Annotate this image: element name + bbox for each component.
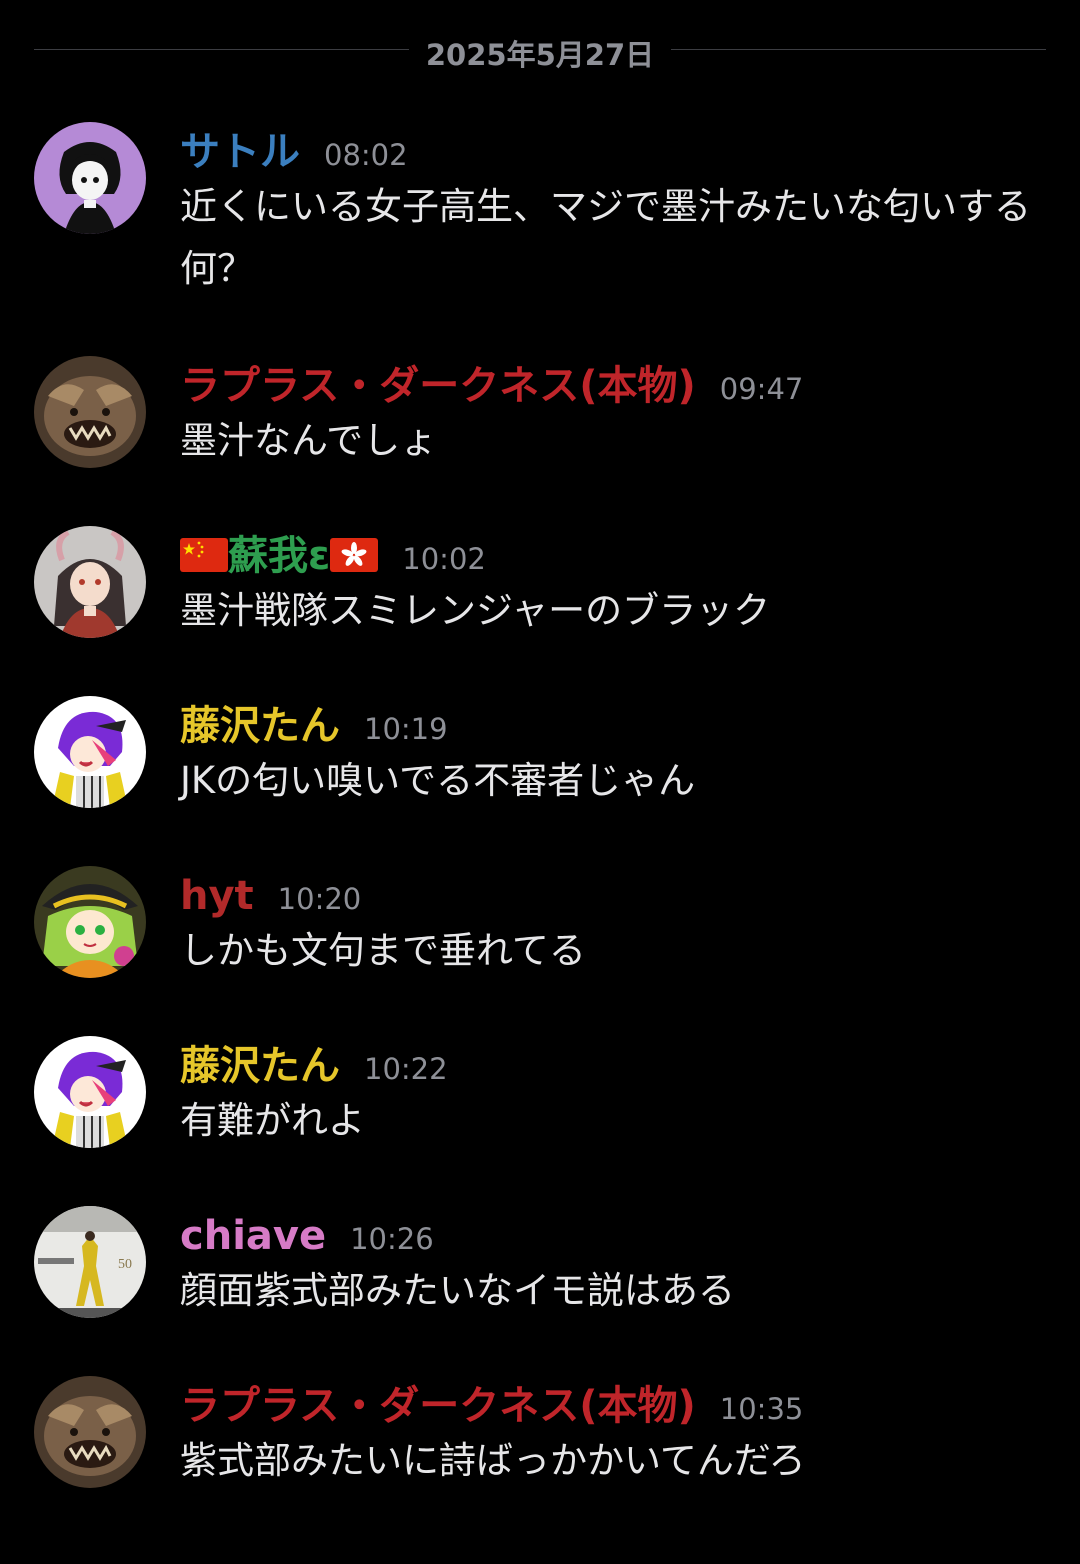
divider-line-right [671, 49, 1046, 50]
username[interactable]: chiave [180, 1206, 326, 1266]
date-label: 2025年5月27日 [425, 38, 655, 72]
message-timestamp: 09:47 [719, 372, 804, 406]
china-flag-icon [180, 538, 228, 572]
message-text: 近くにいる女子高生、マジで墨汁みたいな匂いする 何？ [180, 185, 1031, 290]
hongkong-flag-icon [330, 538, 379, 572]
avatar-green-hair[interactable] [34, 866, 146, 978]
avatar-statue[interactable]: 50 [34, 1206, 146, 1318]
avatar-purple-girl[interactable] [34, 122, 146, 234]
message-text: 墨汁なんでしょ [180, 419, 438, 462]
date-divider: 2025年5月27日 [34, 28, 1046, 72]
username-text[interactable]: 蘇我ε [228, 533, 330, 579]
username[interactable]: 藤沢たん [180, 1036, 340, 1096]
message-text: 有難がれよ [180, 1099, 365, 1142]
avatar-purple-hair[interactable] [34, 1036, 146, 1148]
message-text: しかも文句まで垂れてる [180, 929, 586, 972]
message-text: JKの匂い嗅いでる不審者じゃん [180, 759, 696, 802]
message-text: 顔面紫式部みたいなイモ説はある [180, 1269, 735, 1312]
message-text: 紫式部みたいに詩ばっかかいてんだろ [180, 1439, 806, 1482]
avatar-monster[interactable] [34, 356, 146, 468]
username[interactable]: 蘇我ε [180, 526, 379, 586]
message-text: 墨汁戦隊スミレンジャーのブラック [180, 589, 771, 632]
username[interactable]: ラプラス・ダークネス(本物) [180, 356, 696, 416]
username[interactable]: ラプラス・ダークネス(本物) [180, 1376, 696, 1436]
username[interactable]: サトル [180, 122, 300, 182]
avatar-purple-hair[interactable] [34, 696, 146, 808]
username[interactable]: 藤沢たん [180, 696, 340, 756]
avatar-horned-girl[interactable] [34, 526, 146, 638]
avatar-monster[interactable] [34, 1376, 146, 1488]
message-timestamp: 10:22 [364, 1052, 448, 1086]
svg-text:50: 50 [118, 1257, 132, 1272]
username[interactable]: hyt [180, 866, 254, 926]
